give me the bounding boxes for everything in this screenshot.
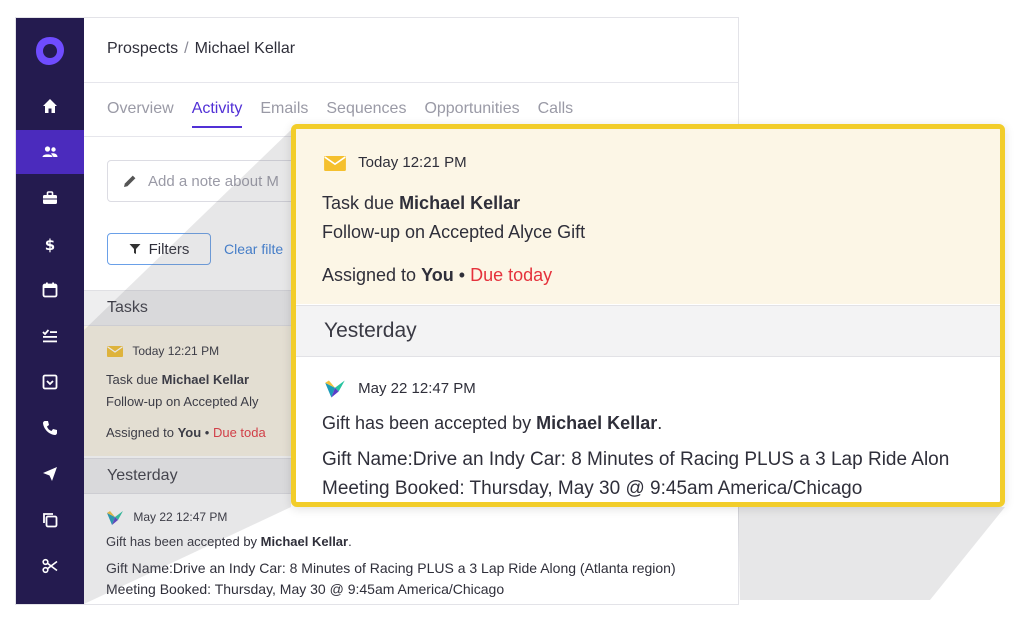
zoom-gift-name: Gift Name:Drive an Indy Car: 8 Minutes o… <box>322 449 950 470</box>
zoom-gift-accepted: Gift has been accepted by Michael Kellar… <box>322 413 662 434</box>
email-icon <box>324 155 346 171</box>
zoom-task-assignment: Assigned to You • Due today <box>322 265 552 286</box>
zoom-gift-prospect[interactable]: Michael Kellar <box>536 413 657 433</box>
zoom-bullet: • <box>458 265 466 285</box>
zoom-task-prefix: Task due <box>322 193 395 213</box>
zoom-gift-time: May 22 12:47 PM <box>358 379 476 397</box>
zoom-task-description: Follow-up on Accepted Alyce Gift <box>322 222 586 242</box>
zoom-assignee: You <box>421 265 454 285</box>
zoom-accepted-period: . <box>657 413 663 433</box>
zoom-yesterday-heading: Yesterday <box>296 305 1000 357</box>
zoom-accepted-prefix: Gift has been accepted by <box>322 413 532 433</box>
zoom-task-prospect[interactable]: Michael Kellar <box>399 193 520 213</box>
alyce-icon <box>325 380 345 398</box>
zoom-gift-timestamp: May 22 12:47 PM <box>324 379 476 399</box>
zoom-due-status: Due today <box>470 265 553 285</box>
zoom-task-title: Task due Michael Kellar <box>322 193 520 214</box>
zoomed-activity-callout: Today 12:21 PM Task due Michael Kellar F… <box>291 124 1005 507</box>
zoom-task-timestamp: Today 12:21 PM <box>324 154 467 171</box>
zoom-meeting-booked: Meeting Booked: Thursday, May 30 @ 9:45a… <box>322 478 863 499</box>
zoom-task-time: Today 12:21 PM <box>358 154 467 171</box>
zoom-assigned-prefix: Assigned to <box>322 265 417 285</box>
